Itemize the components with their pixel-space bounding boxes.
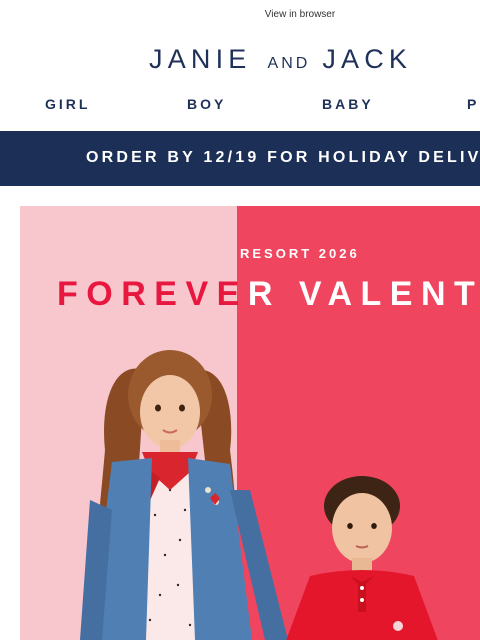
nav-item-partial[interactable]: P xyxy=(467,96,479,112)
logo-and: AND xyxy=(267,55,311,72)
logo-janie: JANIE xyxy=(149,44,252,74)
logo-jack: JACK xyxy=(322,44,413,74)
view-in-browser-link[interactable]: View in browser xyxy=(0,9,480,20)
janie-and-jack-logo[interactable]: JANIE AND JACK xyxy=(149,44,459,84)
hero-headline-part2: R VALENTINE xyxy=(247,275,480,313)
promo-banner-text: ORDER BY 12/19 FOR HOLIDAY DELIVERY xyxy=(86,149,480,166)
nav-item-baby[interactable]: BABY xyxy=(322,96,374,112)
main-nav: GIRL BOY BABY P xyxy=(0,96,480,118)
hero-headline-part1: FOREVE xyxy=(57,275,248,313)
hero-image[interactable]: RESORT 2026 FOREVER VALENTINE xyxy=(20,206,480,640)
nav-item-girl[interactable]: GIRL xyxy=(45,96,90,112)
boy-model-illustration xyxy=(286,476,438,640)
hero-headline: FOREVER VALENTINE xyxy=(57,274,480,314)
promo-banner[interactable]: ORDER BY 12/19 FOR HOLIDAY DELIVERY xyxy=(0,131,480,186)
nav-item-boy[interactable]: BOY xyxy=(187,96,226,112)
hero-eyebrow: RESORT 2026 xyxy=(240,246,360,261)
